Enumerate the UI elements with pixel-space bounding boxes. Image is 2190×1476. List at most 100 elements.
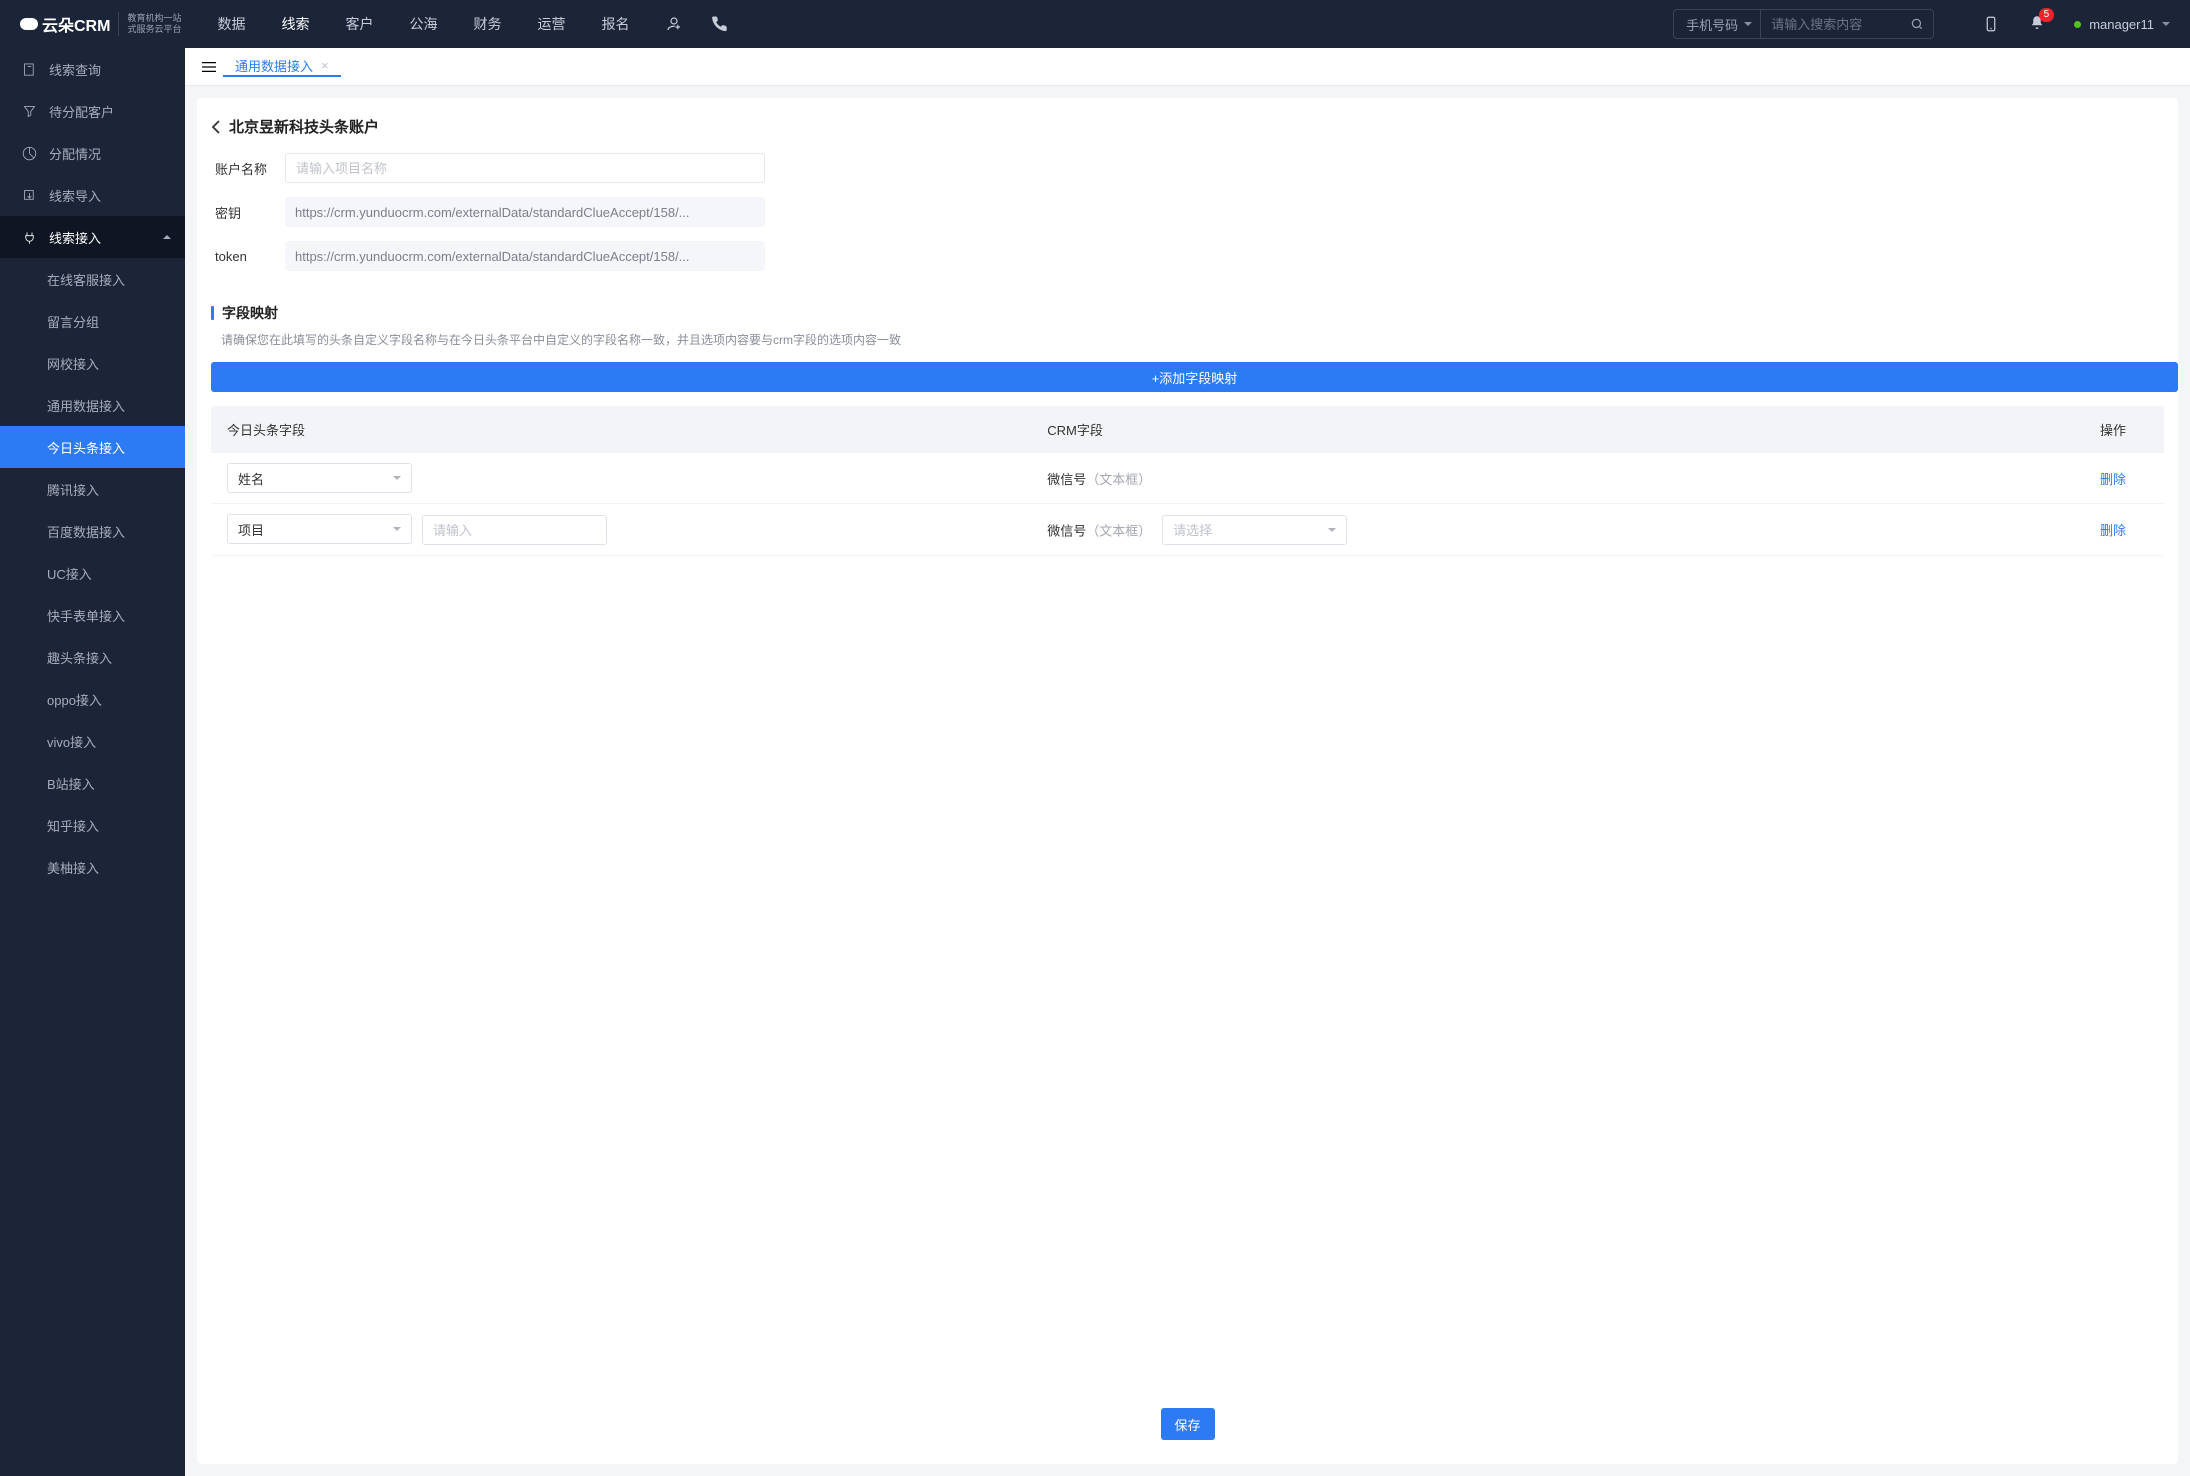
token-value[interactable]: https://crm.yunduocrm.com/externalData/s…	[285, 241, 765, 271]
tab-label: 通用数据接入	[235, 56, 313, 75]
crm-field-type: （文本框）	[1086, 523, 1151, 538]
sidebar-subitem[interactable]: 腾讯接入	[0, 468, 185, 510]
delete-button[interactable]: 删除	[2100, 472, 2126, 487]
toutiao-field-input[interactable]	[422, 515, 607, 545]
search-input[interactable]	[1761, 17, 1901, 32]
chevron-down-icon	[1744, 22, 1752, 26]
topnav-item[interactable]: 运营	[537, 14, 565, 34]
sidebar-subitem[interactable]: UC接入	[0, 552, 185, 594]
sidebar-item[interactable]: 分配情况	[0, 132, 185, 174]
logo[interactable]: 云朵CRM 教育机构一站 式服务云平台	[20, 12, 181, 36]
topnav-item[interactable]: 线索	[281, 14, 309, 34]
search-button[interactable]	[1901, 10, 1933, 38]
section-desc: 请确保您在此填写的头条自定义字段名称与在今日头条平台中自定义的字段名称一致，并且…	[197, 331, 2178, 348]
save-button[interactable]: 保存	[1161, 1408, 1215, 1440]
toutiao-field-select[interactable]: 姓名	[227, 463, 412, 493]
chevron-left-icon	[211, 120, 221, 134]
crm-field-select[interactable]: 请选择	[1162, 515, 1347, 545]
table-row: 项目 微信号（文本框） 请选择 删除	[211, 504, 2164, 556]
sidebar-subitem[interactable]: 网校接入	[0, 342, 185, 384]
sidebar-item-label: 分配情况	[49, 144, 101, 163]
mobile-icon[interactable]	[1982, 15, 2000, 33]
section-bar	[211, 306, 214, 320]
chevron-up-icon	[163, 235, 171, 239]
tab-menu-button[interactable]	[195, 48, 223, 85]
section-title: 字段映射	[222, 303, 278, 323]
topnav-item[interactable]: 数据	[217, 14, 245, 34]
sidebar-subitem[interactable]: 通用数据接入	[0, 384, 185, 426]
chevron-down-icon	[1328, 528, 1336, 532]
brand-subtitle: 教育机构一站 式服务云平台	[127, 13, 181, 35]
sidebar: 线索查询待分配客户分配情况线索导入线索接入在线客服接入留言分组网校接入通用数据接…	[0, 48, 185, 1476]
user-menu[interactable]: manager11	[2074, 17, 2170, 32]
sidebar-subitem[interactable]: oppo接入	[0, 678, 185, 720]
sidebar-subitem[interactable]: 快手表单接入	[0, 594, 185, 636]
sidebar-item-label: 待分配客户	[49, 102, 114, 121]
topnav-item[interactable]: 报名	[601, 14, 629, 34]
crm-field-type: （文本框）	[1086, 472, 1151, 487]
brand-name: 云朵CRM	[42, 12, 110, 36]
topnav-item[interactable]: 客户	[345, 14, 373, 34]
crm-field-value: 微信号	[1047, 472, 1086, 487]
search-group: 手机号码	[1673, 9, 1934, 39]
sidebar-item-label: 线索接入	[49, 228, 101, 247]
toutiao-field-select[interactable]: 项目	[227, 514, 412, 544]
search-type-select[interactable]: 手机号码	[1674, 10, 1761, 38]
delete-button[interactable]: 删除	[2100, 523, 2126, 538]
user-name: manager11	[2089, 17, 2154, 32]
plug-icon	[22, 230, 37, 245]
select-placeholder: 请选择	[1173, 520, 1212, 539]
secret-label: 密钥	[215, 203, 285, 222]
topnav: 数据 线索 客户 公海 财务 运营 报名	[217, 14, 629, 34]
sidebar-subitem[interactable]: 趣头条接入	[0, 636, 185, 678]
chevron-down-icon	[2162, 22, 2170, 26]
sidebar-item-access[interactable]: 线索接入	[0, 216, 185, 258]
filter-icon	[22, 104, 37, 119]
cloud-icon	[20, 18, 38, 30]
sidebar-item[interactable]: 待分配客户	[0, 90, 185, 132]
page-title: 北京昱新科技头条账户	[229, 116, 379, 137]
logo-divider	[118, 12, 119, 36]
content: 北京昱新科技头条账户 账户名称 密钥 https://crm.yunduocrm…	[197, 98, 2178, 1464]
tabbar: 通用数据接入 ×	[185, 48, 2190, 86]
sidebar-subitem[interactable]: 知乎接入	[0, 804, 185, 846]
pie-icon	[22, 146, 37, 161]
search-type-label: 手机号码	[1686, 15, 1738, 34]
sidebar-item[interactable]: 线索导入	[0, 174, 185, 216]
sidebar-item-label: 线索查询	[49, 60, 101, 79]
col-toutiao: 今日头条字段	[211, 406, 1031, 453]
status-dot	[2074, 21, 2081, 28]
mapping-table: 今日头条字段 CRM字段 操作 姓名微信号（文本框）删除项目微信号（文本框） 请…	[211, 406, 2164, 556]
breadcrumb[interactable]: 北京昱新科技头条账户	[197, 116, 2178, 153]
sidebar-subitem[interactable]: 百度数据接入	[0, 510, 185, 552]
add-mapping-button[interactable]: +添加字段映射	[211, 362, 2178, 392]
table-row: 姓名 微信号（文本框） 删除	[211, 453, 2164, 504]
crm-field-value: 微信号	[1047, 523, 1086, 538]
phone-icon[interactable]	[711, 15, 729, 33]
topnav-item[interactable]: 财务	[473, 14, 501, 34]
select-value: 项目	[238, 520, 264, 539]
account-name-input[interactable]	[285, 153, 765, 183]
secret-value[interactable]: https://crm.yunduocrm.com/externalData/s…	[285, 197, 765, 227]
select-value: 姓名	[238, 469, 264, 488]
col-action: 操作	[2084, 406, 2164, 453]
sidebar-subitem[interactable]: 今日头条接入	[0, 426, 185, 468]
main: 通用数据接入 × 北京昱新科技头条账户 账户名称 密钥 https://crm.y…	[185, 48, 2190, 1476]
col-crm: CRM字段	[1031, 406, 2084, 453]
notifications-button[interactable]: 5	[2028, 14, 2046, 35]
sidebar-subitem[interactable]: 在线客服接入	[0, 258, 185, 300]
sidebar-subitem[interactable]: 美柚接入	[0, 846, 185, 888]
close-icon[interactable]: ×	[321, 58, 329, 73]
sidebar-subitem[interactable]: B站接入	[0, 762, 185, 804]
sidebar-subitem[interactable]: 留言分组	[0, 300, 185, 342]
topnav-item[interactable]: 公海	[409, 14, 437, 34]
notification-badge: 5	[2039, 8, 2055, 22]
sidebar-subitem[interactable]: vivo接入	[0, 720, 185, 762]
export-icon	[22, 188, 37, 203]
account-name-label: 账户名称	[215, 159, 285, 178]
search-icon	[1910, 17, 1924, 31]
chevron-down-icon	[393, 527, 401, 531]
user-add-icon[interactable]	[665, 15, 683, 33]
sidebar-item[interactable]: 线索查询	[0, 48, 185, 90]
tab[interactable]: 通用数据接入 ×	[223, 56, 341, 77]
